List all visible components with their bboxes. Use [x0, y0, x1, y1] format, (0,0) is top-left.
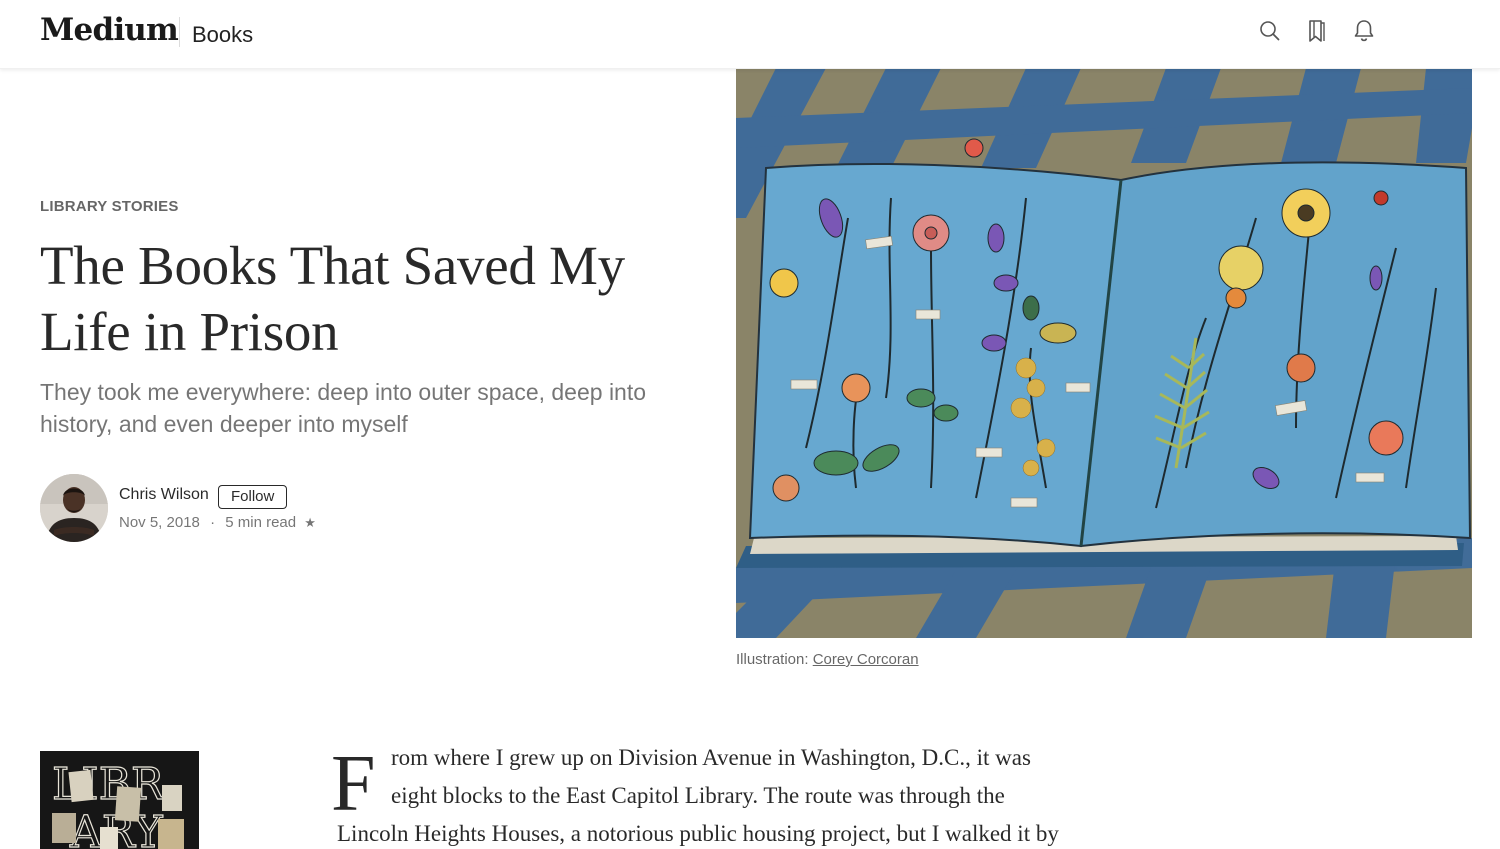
body-line-2: eight blocks to the East Capitol Library… [391, 783, 1005, 809]
notifications-icon[interactable] [1352, 18, 1376, 44]
body-line-text: eight blocks to the East Capitol Library… [391, 783, 1005, 808]
author-name[interactable]: Chris Wilson [119, 486, 209, 504]
body-line-1: rom where I grew up on Division Avenue i… [391, 745, 1031, 771]
body-line-text: Lincoln Heights Houses, a notorious publ… [337, 821, 1059, 846]
header-divider [179, 17, 180, 47]
article-title: The Books That Saved My Life in Prison [40, 235, 625, 362]
publication-section-link[interactable]: Books [192, 22, 253, 48]
read-time: 5 min read [225, 514, 297, 531]
body-line-text: rom where I grew up on Division Avenue i… [391, 745, 1031, 770]
top-nav-bar: Medium Books [0, 0, 1500, 69]
svg-text:LIBR: LIBR [52, 759, 166, 810]
body-line-3: Lincoln Heights Houses, a notorious publ… [337, 821, 1059, 847]
author-avatar[interactable] [40, 474, 108, 542]
drop-cap: F [331, 740, 376, 828]
meta-separator: · [210, 514, 216, 531]
bookmarks-icon[interactable] [1305, 18, 1329, 44]
follow-button[interactable]: Follow [218, 485, 288, 509]
caption-prefix: Illustration: [736, 651, 813, 668]
medium-logo[interactable]: Medium [40, 12, 179, 48]
publish-date[interactable]: Nov 5, 2018 [119, 514, 200, 531]
hero-illustration [736, 68, 1472, 638]
article-subtitle: They took me everywhere: deep into outer… [40, 379, 647, 437]
article-kicker[interactable]: LIBRARY STORIES [40, 198, 179, 215]
search-icon[interactable] [1258, 18, 1282, 44]
article-meta: Nov 5, 2018 · 5 min read ★ [119, 514, 316, 531]
image-caption: Illustration: Corey Corcoran [736, 651, 919, 668]
member-star-icon: ★ [304, 515, 316, 530]
illustrator-link[interactable]: Corey Corcoran [813, 651, 919, 668]
book-cover-image[interactable]: LIBR ARY [40, 751, 199, 849]
